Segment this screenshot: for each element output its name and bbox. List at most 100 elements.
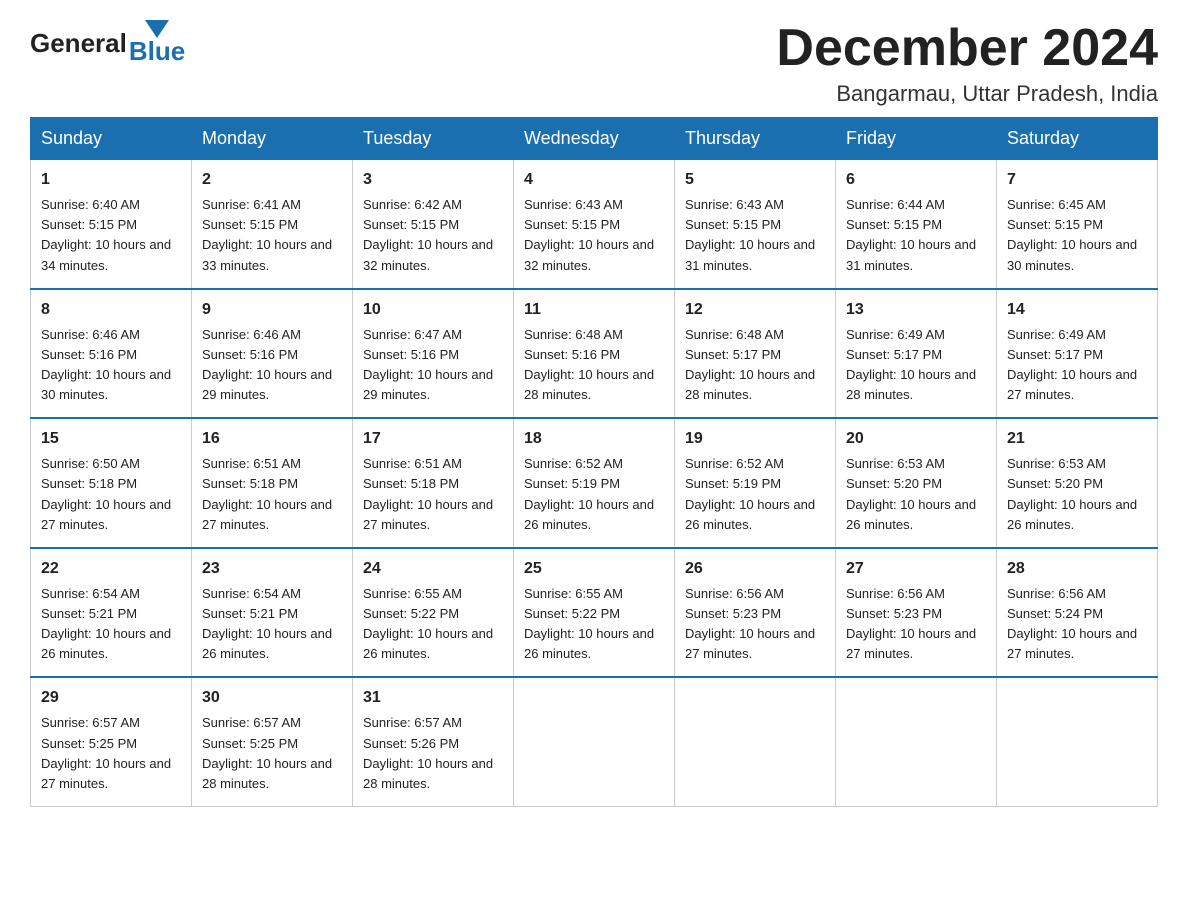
calendar-cell: 23 Sunrise: 6:54 AMSunset: 5:21 PMDaylig…: [192, 548, 353, 678]
calendar-cell: 19 Sunrise: 6:52 AMSunset: 5:19 PMDaylig…: [675, 418, 836, 548]
calendar-cell: 30 Sunrise: 6:57 AMSunset: 5:25 PMDaylig…: [192, 677, 353, 806]
logo-blue-part: Blue: [129, 20, 185, 67]
calendar-cell: 1 Sunrise: 6:40 AMSunset: 5:15 PMDayligh…: [31, 160, 192, 289]
day-number: 8: [41, 298, 181, 322]
day-info: Sunrise: 6:56 AMSunset: 5:23 PMDaylight:…: [846, 586, 976, 661]
calendar-cell: 28 Sunrise: 6:56 AMSunset: 5:24 PMDaylig…: [997, 548, 1158, 678]
day-info: Sunrise: 6:53 AMSunset: 5:20 PMDaylight:…: [846, 456, 976, 531]
day-number: 1: [41, 168, 181, 192]
day-number: 5: [685, 168, 825, 192]
calendar-cell: 18 Sunrise: 6:52 AMSunset: 5:19 PMDaylig…: [514, 418, 675, 548]
day-number: 9: [202, 298, 342, 322]
calendar-cell: 15 Sunrise: 6:50 AMSunset: 5:18 PMDaylig…: [31, 418, 192, 548]
title-area: December 2024 Bangarmau, Uttar Pradesh, …: [776, 20, 1158, 107]
calendar-cell: 25 Sunrise: 6:55 AMSunset: 5:22 PMDaylig…: [514, 548, 675, 678]
day-number: 23: [202, 557, 342, 581]
calendar-cell: 7 Sunrise: 6:45 AMSunset: 5:15 PMDayligh…: [997, 160, 1158, 289]
page-header: General Blue December 2024 Bangarmau, Ut…: [30, 20, 1158, 107]
day-info: Sunrise: 6:41 AMSunset: 5:15 PMDaylight:…: [202, 197, 332, 272]
header-friday: Friday: [836, 118, 997, 160]
calendar-cell: 21 Sunrise: 6:53 AMSunset: 5:20 PMDaylig…: [997, 418, 1158, 548]
calendar-cell: 26 Sunrise: 6:56 AMSunset: 5:23 PMDaylig…: [675, 548, 836, 678]
day-number: 7: [1007, 168, 1147, 192]
day-info: Sunrise: 6:49 AMSunset: 5:17 PMDaylight:…: [1007, 327, 1137, 402]
header-sunday: Sunday: [31, 118, 192, 160]
calendar-cell: 20 Sunrise: 6:53 AMSunset: 5:20 PMDaylig…: [836, 418, 997, 548]
header-thursday: Thursday: [675, 118, 836, 160]
day-info: Sunrise: 6:57 AMSunset: 5:25 PMDaylight:…: [202, 715, 332, 790]
day-info: Sunrise: 6:51 AMSunset: 5:18 PMDaylight:…: [202, 456, 332, 531]
day-number: 27: [846, 557, 986, 581]
day-number: 2: [202, 168, 342, 192]
header-wednesday: Wednesday: [514, 118, 675, 160]
calendar-cell: [514, 677, 675, 806]
day-info: Sunrise: 6:56 AMSunset: 5:23 PMDaylight:…: [685, 586, 815, 661]
day-info: Sunrise: 6:43 AMSunset: 5:15 PMDaylight:…: [685, 197, 815, 272]
day-info: Sunrise: 6:50 AMSunset: 5:18 PMDaylight:…: [41, 456, 171, 531]
day-info: Sunrise: 6:44 AMSunset: 5:15 PMDaylight:…: [846, 197, 976, 272]
calendar-table: Sunday Monday Tuesday Wednesday Thursday…: [30, 117, 1158, 807]
header-saturday: Saturday: [997, 118, 1158, 160]
day-info: Sunrise: 6:54 AMSunset: 5:21 PMDaylight:…: [202, 586, 332, 661]
calendar-cell: 17 Sunrise: 6:51 AMSunset: 5:18 PMDaylig…: [353, 418, 514, 548]
calendar-cell: 27 Sunrise: 6:56 AMSunset: 5:23 PMDaylig…: [836, 548, 997, 678]
week-row-5: 29 Sunrise: 6:57 AMSunset: 5:25 PMDaylig…: [31, 677, 1158, 806]
calendar-cell: 14 Sunrise: 6:49 AMSunset: 5:17 PMDaylig…: [997, 289, 1158, 419]
day-info: Sunrise: 6:52 AMSunset: 5:19 PMDaylight:…: [685, 456, 815, 531]
header-row: Sunday Monday Tuesday Wednesday Thursday…: [31, 118, 1158, 160]
calendar-cell: 8 Sunrise: 6:46 AMSunset: 5:16 PMDayligh…: [31, 289, 192, 419]
calendar-cell: 24 Sunrise: 6:55 AMSunset: 5:22 PMDaylig…: [353, 548, 514, 678]
day-number: 20: [846, 427, 986, 451]
day-info: Sunrise: 6:46 AMSunset: 5:16 PMDaylight:…: [41, 327, 171, 402]
logo-general-text: General: [30, 28, 127, 59]
day-number: 16: [202, 427, 342, 451]
day-number: 25: [524, 557, 664, 581]
calendar-cell: 4 Sunrise: 6:43 AMSunset: 5:15 PMDayligh…: [514, 160, 675, 289]
day-info: Sunrise: 6:53 AMSunset: 5:20 PMDaylight:…: [1007, 456, 1137, 531]
day-info: Sunrise: 6:40 AMSunset: 5:15 PMDaylight:…: [41, 197, 171, 272]
calendar-cell: [675, 677, 836, 806]
day-number: 19: [685, 427, 825, 451]
logo-blue-text: Blue: [129, 36, 185, 67]
day-number: 22: [41, 557, 181, 581]
calendar-cell: 2 Sunrise: 6:41 AMSunset: 5:15 PMDayligh…: [192, 160, 353, 289]
header-tuesday: Tuesday: [353, 118, 514, 160]
day-info: Sunrise: 6:55 AMSunset: 5:22 PMDaylight:…: [524, 586, 654, 661]
day-info: Sunrise: 6:45 AMSunset: 5:15 PMDaylight:…: [1007, 197, 1137, 272]
day-info: Sunrise: 6:48 AMSunset: 5:16 PMDaylight:…: [524, 327, 654, 402]
day-number: 15: [41, 427, 181, 451]
day-info: Sunrise: 6:52 AMSunset: 5:19 PMDaylight:…: [524, 456, 654, 531]
day-info: Sunrise: 6:47 AMSunset: 5:16 PMDaylight:…: [363, 327, 493, 402]
calendar-cell: 6 Sunrise: 6:44 AMSunset: 5:15 PMDayligh…: [836, 160, 997, 289]
day-number: 4: [524, 168, 664, 192]
location-subtitle: Bangarmau, Uttar Pradesh, India: [776, 81, 1158, 107]
month-year-title: December 2024: [776, 20, 1158, 77]
calendar-cell: 10 Sunrise: 6:47 AMSunset: 5:16 PMDaylig…: [353, 289, 514, 419]
week-row-4: 22 Sunrise: 6:54 AMSunset: 5:21 PMDaylig…: [31, 548, 1158, 678]
calendar-cell: 11 Sunrise: 6:48 AMSunset: 5:16 PMDaylig…: [514, 289, 675, 419]
logo: General Blue: [30, 20, 185, 67]
day-number: 17: [363, 427, 503, 451]
day-info: Sunrise: 6:56 AMSunset: 5:24 PMDaylight:…: [1007, 586, 1137, 661]
calendar-cell: 16 Sunrise: 6:51 AMSunset: 5:18 PMDaylig…: [192, 418, 353, 548]
day-number: 24: [363, 557, 503, 581]
day-number: 13: [846, 298, 986, 322]
day-info: Sunrise: 6:48 AMSunset: 5:17 PMDaylight:…: [685, 327, 815, 402]
week-row-1: 1 Sunrise: 6:40 AMSunset: 5:15 PMDayligh…: [31, 160, 1158, 289]
calendar-cell: 12 Sunrise: 6:48 AMSunset: 5:17 PMDaylig…: [675, 289, 836, 419]
day-number: 21: [1007, 427, 1147, 451]
day-number: 11: [524, 298, 664, 322]
day-number: 3: [363, 168, 503, 192]
day-number: 18: [524, 427, 664, 451]
day-number: 30: [202, 686, 342, 710]
day-info: Sunrise: 6:43 AMSunset: 5:15 PMDaylight:…: [524, 197, 654, 272]
calendar-cell: 9 Sunrise: 6:46 AMSunset: 5:16 PMDayligh…: [192, 289, 353, 419]
day-info: Sunrise: 6:57 AMSunset: 5:25 PMDaylight:…: [41, 715, 171, 790]
day-info: Sunrise: 6:49 AMSunset: 5:17 PMDaylight:…: [846, 327, 976, 402]
calendar-cell: 22 Sunrise: 6:54 AMSunset: 5:21 PMDaylig…: [31, 548, 192, 678]
day-info: Sunrise: 6:46 AMSunset: 5:16 PMDaylight:…: [202, 327, 332, 402]
day-info: Sunrise: 6:51 AMSunset: 5:18 PMDaylight:…: [363, 456, 493, 531]
calendar-cell: [997, 677, 1158, 806]
day-info: Sunrise: 6:54 AMSunset: 5:21 PMDaylight:…: [41, 586, 171, 661]
calendar-cell: 13 Sunrise: 6:49 AMSunset: 5:17 PMDaylig…: [836, 289, 997, 419]
